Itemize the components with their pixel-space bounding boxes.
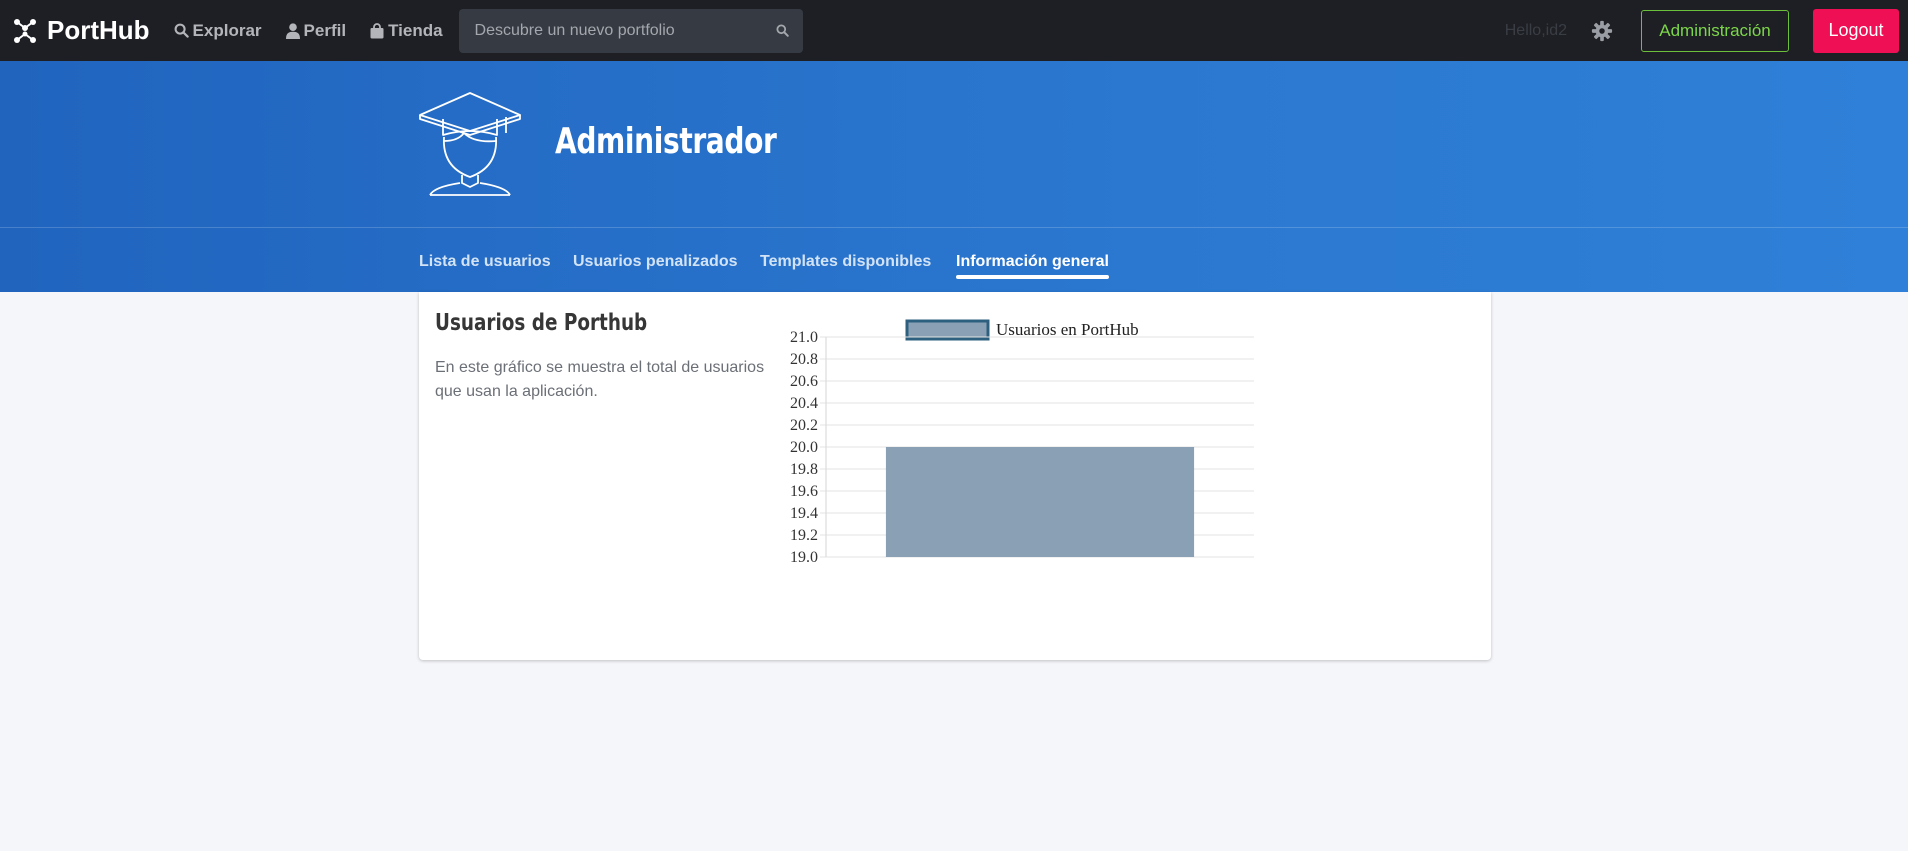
- y-axis-ticks: 21.0 20.8 20.6 20.4 20.2 20.0 19.8 19.6 19.4 19.2…: [790, 329, 818, 566]
- tab-informacion-general[interactable]: Información general: [956, 253, 1109, 279]
- y-tick-label: 20.4: [790, 395, 818, 412]
- porthub-logo-icon: [14, 18, 36, 43]
- tab-usuarios-penalizados[interactable]: Usuarios penalizados: [573, 253, 738, 271]
- y-tick-label: 19.0: [790, 549, 818, 566]
- hero-header: Administrador: [0, 61, 1908, 227]
- bar[interactable]: [885, 447, 1195, 557]
- tab-lista-de-usuarios[interactable]: Lista de usuarios: [419, 253, 551, 271]
- y-tick-label: 21.0: [790, 329, 818, 346]
- search-input[interactable]: [472, 20, 767, 41]
- users-chart-card: Usuarios de Porthub En este gráfico se m…: [419, 292, 1491, 660]
- user-icon: [285, 22, 300, 39]
- nav-link-label: Explorar: [192, 20, 262, 40]
- card-description: En este gráfico se muestra el total de u…: [435, 359, 765, 400]
- administracion-button[interactable]: Administración: [1641, 9, 1789, 52]
- shopping-bag-icon: [370, 22, 384, 38]
- chart-bars: [885, 447, 1195, 557]
- brand-name: PortHub: [47, 15, 150, 45]
- graduate-avatar-icon: [419, 92, 521, 196]
- gear-icon[interactable]: [1591, 20, 1613, 42]
- search-icon[interactable]: [776, 24, 789, 37]
- y-tick-label: 19.2: [790, 527, 818, 544]
- nav-link-label: Tienda: [388, 20, 443, 40]
- tab-templates-disponibles[interactable]: Templates disponibles: [760, 253, 931, 271]
- nav-link-explorar[interactable]: Explorar: [174, 21, 262, 41]
- y-tick-label: 20.8: [790, 351, 818, 368]
- search-bar: [458, 8, 803, 53]
- legend-swatch: [905, 319, 990, 341]
- y-tick-label: 19.4: [790, 505, 818, 522]
- chart-legend[interactable]: Usuarios en PortHub: [905, 319, 1139, 341]
- y-tick-label: 20.2: [790, 417, 818, 434]
- profile-hero: Administrador Lista de usuarios Usuarios…: [0, 61, 1908, 292]
- card-title: Usuarios de Porthub: [435, 310, 648, 336]
- top-navbar: PortHub Explorar Perfil Tienda Hello,id2: [0, 0, 1908, 61]
- legend-label: Usuarios en PortHub: [996, 320, 1139, 339]
- y-tick-label: 19.8: [790, 461, 818, 478]
- nav-link-tienda[interactable]: Tienda: [370, 20, 443, 41]
- navbar-right: Hello,id2 Administración Logout: [1505, 0, 1908, 61]
- user-greeting: Hello,id2: [1504, 21, 1567, 39]
- page-title: Administrador: [555, 121, 777, 162]
- logout-button[interactable]: Logout: [1813, 8, 1899, 53]
- brand[interactable]: PortHub: [13, 15, 150, 46]
- y-tick-label: 19.6: [790, 483, 818, 500]
- y-tick-label: 20.6: [790, 373, 818, 390]
- nav-link-label: Perfil: [303, 20, 347, 40]
- y-tick-label: 20.0: [790, 439, 818, 456]
- search-icon: [174, 23, 189, 38]
- admin-tabs: Lista de usuarios Usuarios penalizados T…: [0, 227, 1908, 292]
- nav-link-perfil[interactable]: Perfil: [285, 20, 347, 41]
- users-bar-chart: Usuarios en PortHub 21.0 20.8 20.6 20.4 20.2…: [790, 319, 1254, 566]
